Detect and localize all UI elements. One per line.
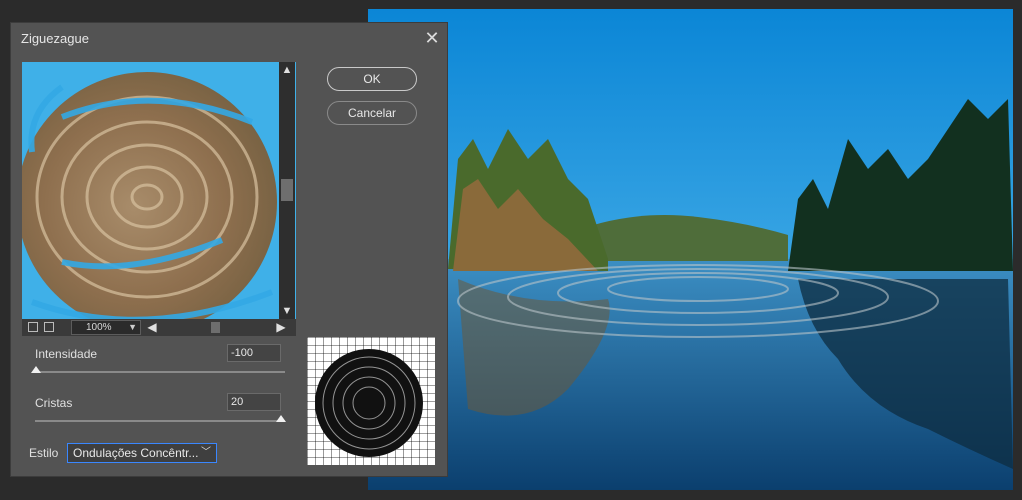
ridges-slider-track[interactable] (35, 420, 285, 422)
wave-preview-grid (307, 337, 435, 465)
scroll-left-icon[interactable]: ◀ (145, 320, 159, 335)
vertical-scroll-thumb[interactable] (281, 179, 293, 201)
dialog-title: Ziguezague (21, 31, 89, 46)
intensity-slider-track[interactable] (35, 371, 285, 373)
preview-horizontal-scrollbar[interactable]: ◀ ▶ (145, 320, 288, 335)
zoom-value: 100% (86, 322, 112, 333)
ok-button[interactable]: OK (327, 67, 417, 91)
zigzag-dialog: Ziguezague ✕ ▲ ▼ 100% ▼ ◀ ▶ OK Cancelar … (10, 22, 448, 477)
zoom-select[interactable]: 100% ▼ (71, 320, 141, 335)
scroll-down-icon[interactable]: ▼ (281, 305, 293, 317)
ridges-field[interactable]: 20 (227, 393, 281, 411)
scroll-right-icon[interactable]: ▶ (274, 320, 288, 335)
dialog-titlebar: Ziguezague ✕ (11, 23, 447, 53)
cancel-button[interactable]: Cancelar (327, 101, 417, 125)
chevron-down-icon: ▼ (128, 322, 137, 332)
scroll-up-icon[interactable]: ▲ (281, 64, 293, 76)
chevron-down-icon: ﹀ (201, 447, 211, 458)
intensity-label: Intensidade (35, 347, 98, 361)
filter-preview[interactable] (22, 62, 296, 336)
preview-toolbar: 100% ▼ ◀ ▶ (22, 319, 296, 336)
ridges-slider-knob[interactable] (276, 415, 286, 422)
style-label: Estilo (29, 446, 59, 460)
style-value: Ondulações Concêntr... (73, 446, 199, 460)
intensity-slider-knob[interactable] (31, 366, 41, 373)
zoom-out-icon[interactable] (28, 322, 38, 332)
close-icon[interactable]: ✕ (421, 27, 443, 49)
zoom-in-icon[interactable] (44, 322, 54, 332)
document-image (368, 9, 1013, 490)
style-select[interactable]: Ondulações Concêntr... ﹀ (67, 443, 217, 463)
preview-vertical-scrollbar[interactable]: ▲ ▼ (279, 62, 295, 319)
ridges-label: Cristas (35, 396, 73, 410)
intensity-field[interactable]: -100 (227, 344, 281, 362)
horizontal-scroll-thumb[interactable] (211, 322, 220, 333)
